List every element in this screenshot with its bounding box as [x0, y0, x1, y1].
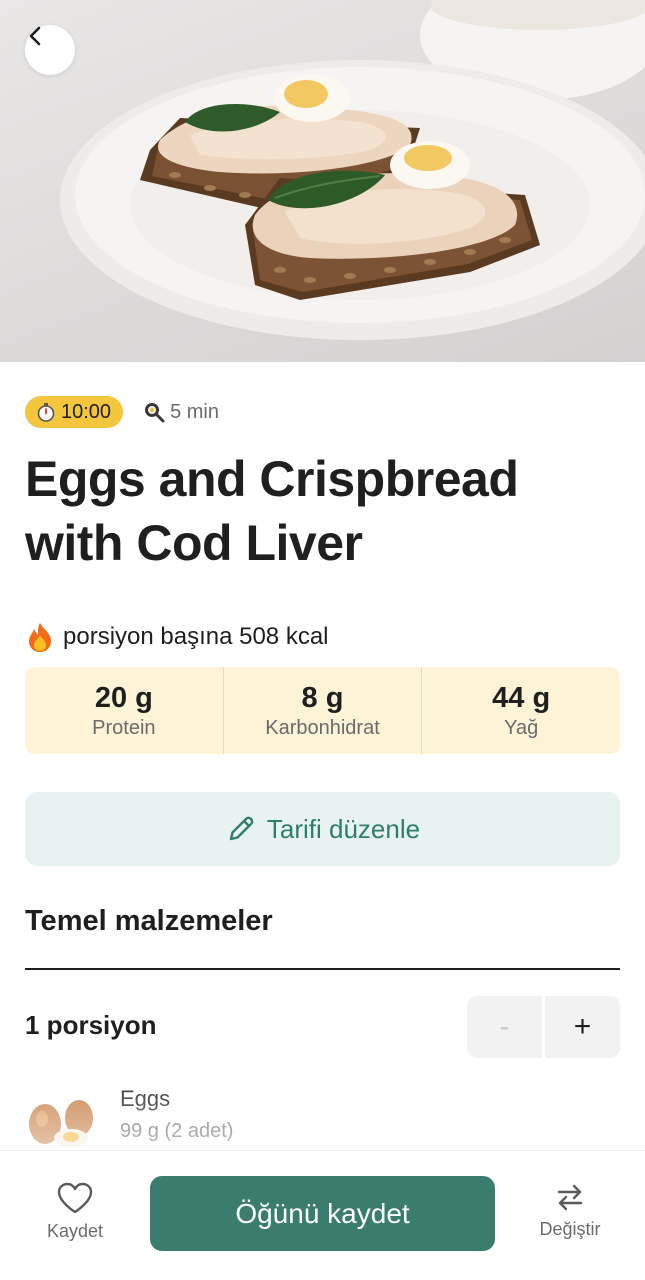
edit-recipe-button[interactable]: Tarifi düzenle [25, 792, 620, 866]
ingredient-item[interactable]: Eggs 99 g (2 adet) [25, 1080, 620, 1150]
section-divider [25, 968, 620, 970]
macro-value: 20 g [94, 681, 153, 714]
timer-badge[interactable]: 10:00 [25, 396, 124, 428]
cook-time-text: 5 min [170, 400, 219, 423]
heart-icon [57, 1182, 93, 1214]
increase-portion-button[interactable]: + [545, 996, 620, 1058]
timer-text: 10:00 [61, 400, 112, 423]
macro-value: 8 g [301, 681, 344, 714]
portion-label: 1 porsiyon [25, 1010, 157, 1040]
ingredient-name: Eggs [120, 1086, 171, 1111]
portion-stepper: - + [467, 996, 620, 1058]
macro-label: Yağ [504, 716, 539, 739]
cook-time: 5 min [143, 401, 219, 424]
back-button[interactable] [25, 25, 75, 75]
kcal-text: porsiyon başına 508 kcal [63, 623, 329, 650]
edit-recipe-label: Tarifi düzenle [266, 813, 421, 844]
food-photo-illustration [60, 0, 645, 340]
macro-value: 44 g [492, 681, 551, 714]
swap-arrows-icon [557, 1184, 583, 1211]
swap-label: Değiştir [539, 1219, 601, 1239]
stopwatch-icon [35, 401, 57, 423]
swap-meal-button[interactable]: Değiştir [520, 1181, 620, 1240]
pencil-icon [225, 813, 257, 845]
fire-icon [25, 621, 55, 653]
macro-protein: 20 g Protein [25, 667, 223, 754]
ingredient-amount: 99 g (2 adet) [120, 1120, 234, 1142]
kcal-row: porsiyon başına 508 kcal [25, 617, 329, 657]
macro-carbs: 8 g Karbonhidrat [222, 667, 422, 754]
frying-pan-icon [143, 401, 165, 423]
macro-label: Karbonhidrat [265, 716, 380, 739]
macros-panel: 20 g Protein 8 g Karbonhidrat 44 g Yağ [25, 667, 620, 754]
chevron-left-icon [29, 26, 41, 46]
decrease-portion-button[interactable]: - [467, 996, 542, 1058]
log-meal-button[interactable]: Öğünü kaydet [150, 1176, 495, 1251]
save-label: Kaydet [46, 1221, 104, 1241]
eggs-image [25, 1092, 97, 1153]
recipe-meta-row: 10:00 5 min [25, 396, 219, 428]
recipe-title: Eggs and Crispbread with Cod Liver [25, 451, 519, 571]
ingredients-heading: Temel malzemeler [25, 905, 273, 937]
recipe-hero-image [0, 0, 645, 362]
bottom-action-bar: Kaydet Öğünü kaydet Değiştir [0, 1150, 645, 1280]
save-favorite-button[interactable]: Kaydet [25, 1181, 125, 1242]
macro-label: Protein [92, 716, 156, 739]
macro-fat: 44 g Yağ [421, 667, 620, 754]
